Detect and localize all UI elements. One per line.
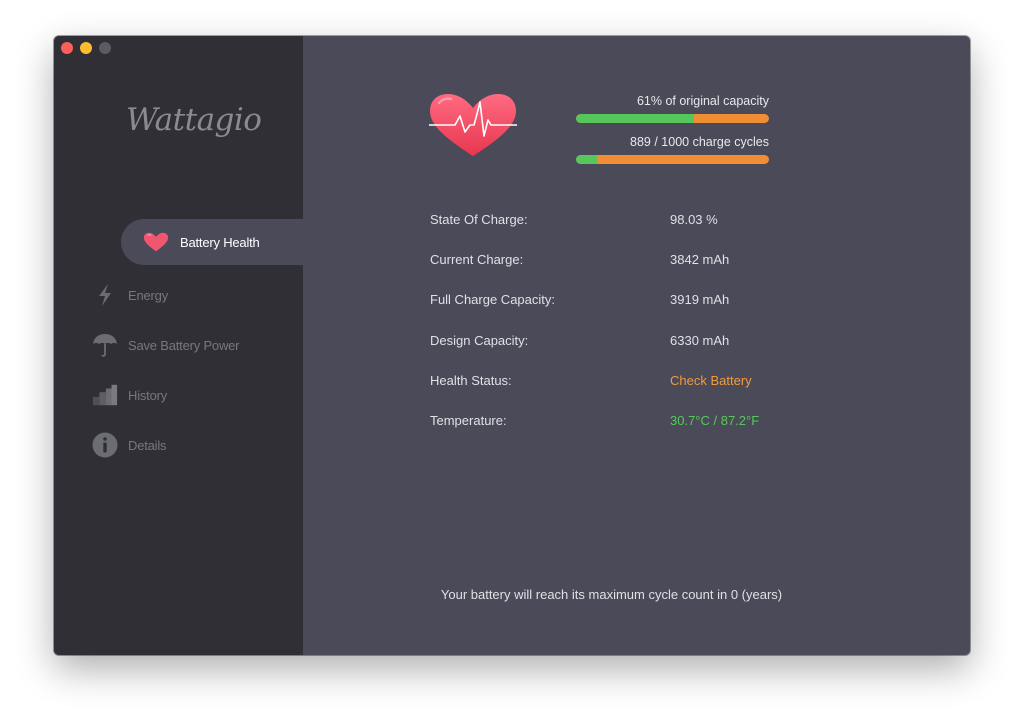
cycles-bar-fill bbox=[576, 155, 598, 164]
cycle-forecast-note: Your battery will reach its maximum cycl… bbox=[440, 587, 783, 602]
sidebar-item-label: Details bbox=[128, 437, 167, 453]
sidebar-item-label: Energy bbox=[128, 287, 168, 303]
stat-row-temperature: Temperature: 30.7°C / 87.2°F bbox=[430, 413, 850, 433]
stat-row-full-charge-capacity: Full Charge Capacity: 3919 mAh bbox=[430, 292, 850, 312]
stat-row-design-capacity: Design Capacity: 6330 mAh bbox=[430, 333, 850, 353]
temperature-value: 30.7°C / 87.2°F bbox=[670, 413, 760, 428]
heartbeat-heart-icon bbox=[427, 92, 519, 163]
stat-label: Design Capacity: bbox=[430, 333, 529, 348]
stat-value: 98.03 % bbox=[670, 212, 718, 227]
close-button[interactable] bbox=[61, 42, 73, 54]
window-controls bbox=[61, 42, 111, 54]
sidebar-item-details[interactable]: Details bbox=[54, 422, 303, 468]
stat-label: Current Charge: bbox=[430, 252, 524, 267]
stat-value: 6330 mAh bbox=[670, 333, 730, 348]
health-status-value: Check Battery bbox=[670, 373, 752, 388]
zoom-button[interactable] bbox=[99, 42, 111, 54]
cycles-caption: 889 / 1000 charge cycles bbox=[630, 135, 769, 149]
capacity-caption: 61% of original capacity bbox=[636, 94, 769, 108]
stat-row-health-status: Health Status: Check Battery bbox=[430, 373, 850, 393]
minimize-button[interactable] bbox=[80, 42, 92, 54]
cycles-indicator: 889 / 1000 charge cycles bbox=[576, 135, 769, 164]
capacity-bar-fill bbox=[576, 114, 694, 123]
sidebar-item-label: History bbox=[128, 387, 168, 403]
stat-label: State Of Charge: bbox=[430, 212, 528, 227]
cycles-bar bbox=[576, 155, 769, 164]
capacity-bar bbox=[576, 114, 769, 123]
sidebar: Wattagio Battery Health Energy Save Batt… bbox=[54, 36, 303, 655]
stat-value: 3919 mAh bbox=[670, 292, 730, 307]
stat-row-current-charge: Current Charge: 3842 mAh bbox=[430, 252, 850, 272]
info-icon bbox=[92, 432, 118, 458]
stat-value: 3842 mAh bbox=[670, 252, 730, 267]
sidebar-item-label: Battery Health bbox=[180, 234, 260, 250]
sidebar-item-energy[interactable]: Energy bbox=[54, 272, 303, 318]
stat-label: Health Status: bbox=[430, 373, 512, 388]
heart-icon bbox=[143, 229, 169, 255]
sidebar-item-battery-health[interactable]: Battery Health bbox=[121, 219, 303, 265]
sidebar-item-history[interactable]: History bbox=[54, 372, 303, 418]
history-bars-icon bbox=[92, 382, 118, 408]
app-logo: Wattagio bbox=[126, 102, 262, 138]
stat-label: Full Charge Capacity: bbox=[430, 292, 555, 307]
stat-row-state-of-charge: State Of Charge: 98.03 % bbox=[430, 212, 850, 232]
app-window: Wattagio Battery Health Energy Save Batt… bbox=[54, 36, 970, 655]
umbrella-icon bbox=[92, 332, 118, 358]
stat-label: Temperature: bbox=[430, 413, 507, 428]
lightning-icon bbox=[92, 282, 118, 308]
battery-health-panel: 61% of original capacity 889 / 1000 char… bbox=[303, 36, 970, 655]
sidebar-item-label: Save Battery Power bbox=[128, 337, 240, 353]
capacity-indicator: 61% of original capacity bbox=[576, 94, 769, 123]
sidebar-item-save-battery-power[interactable]: Save Battery Power bbox=[54, 322, 303, 368]
